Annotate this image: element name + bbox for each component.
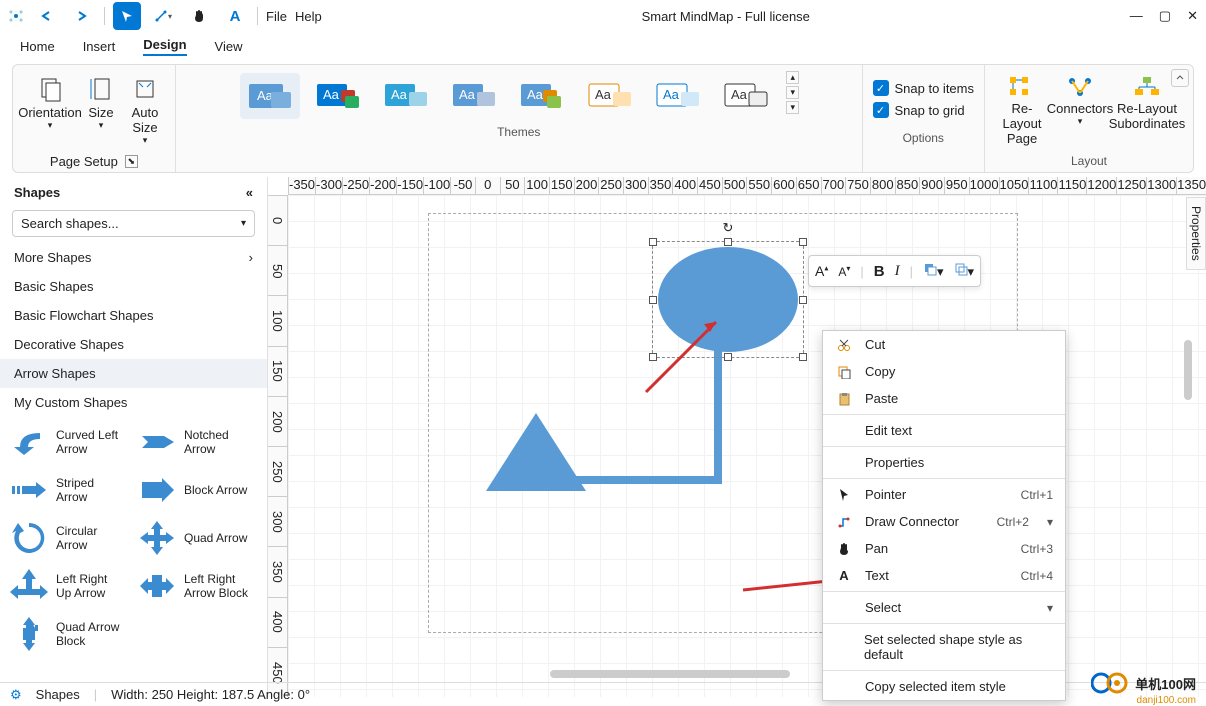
- theme-up[interactable]: ▴: [786, 71, 799, 84]
- orientation-button[interactable]: Orientation▾: [23, 71, 77, 135]
- undo-button[interactable]: [32, 2, 60, 30]
- ctx-properties[interactable]: Properties: [823, 449, 1065, 476]
- status-gear-icon[interactable]: ⚙: [10, 687, 22, 703]
- shapes-title: Shapes: [14, 185, 60, 200]
- window-title: Smart MindMap - Full license: [322, 9, 1130, 24]
- connectors-button[interactable]: Connectors▾: [1053, 71, 1107, 131]
- maximize-button[interactable]: ▢: [1159, 8, 1171, 24]
- svg-text:Aa: Aa: [391, 87, 408, 102]
- redo-button[interactable]: [68, 2, 96, 30]
- file-menu[interactable]: File: [266, 9, 287, 24]
- relayout-page[interactable]: Re-Layout Page: [995, 71, 1049, 150]
- group-dropdown[interactable]: ▾: [954, 262, 975, 280]
- ribbon-tabs: Home Insert Design View: [0, 32, 1206, 60]
- rotate-handle[interactable]: ↻: [723, 220, 734, 236]
- ctx-edit-text[interactable]: Edit text: [823, 417, 1065, 444]
- tab-design[interactable]: Design: [143, 37, 186, 56]
- svg-text:Aa: Aa: [323, 87, 340, 102]
- watermark: 单机100网: [1091, 670, 1196, 696]
- shape-lru[interactable]: Left Right Up Arrow: [8, 565, 128, 607]
- ruler-horizontal: -350-300-250-200-150-100-500501001502002…: [288, 177, 1206, 195]
- bold-button[interactable]: B: [874, 263, 885, 280]
- tab-view[interactable]: View: [215, 39, 243, 54]
- shape-quad[interactable]: Quad Arrow: [136, 517, 256, 559]
- shape-block[interactable]: Block Arrow: [136, 469, 256, 511]
- cat-decorative[interactable]: Decorative Shapes: [0, 330, 267, 359]
- collapse-shapes[interactable]: «: [246, 185, 253, 200]
- status-info: Width: 250 Height: 187.5 Angle: 0°: [111, 687, 310, 702]
- ctx-set-selected-shape-style-as-default[interactable]: Set selected shape style as default: [823, 626, 1065, 668]
- pan-tool[interactable]: [185, 2, 213, 30]
- selection-handles[interactable]: ↻: [652, 241, 804, 358]
- status-shapes: Shapes: [36, 687, 80, 702]
- ctx-select[interactable]: Select▾: [823, 594, 1065, 621]
- shape-curved-left[interactable]: Curved Left Arrow: [8, 421, 128, 463]
- page-setup-label: Page Setup: [50, 154, 118, 169]
- scrollbar-vertical[interactable]: [1184, 340, 1192, 400]
- text-tool[interactable]: A: [221, 2, 249, 30]
- context-menu: CutCopyPaste Edit text Properties PointerCt…: [822, 330, 1066, 701]
- ctx-copy-selected-item-style[interactable]: Copy selected item style: [823, 673, 1065, 700]
- size-button[interactable]: Size▾: [81, 71, 121, 135]
- themes-gallery[interactable]: Aa Aa Aa Aa Aa Aa Aa Aa ▴▾▾: [238, 71, 799, 121]
- layout-label: Layout: [1071, 152, 1107, 170]
- titlebar: ▾ A File Help Smart MindMap - Full licen…: [0, 0, 1206, 32]
- fill-dropdown[interactable]: ▾: [923, 262, 944, 280]
- ctx-cut[interactable]: Cut: [823, 331, 1065, 358]
- cat-flowchart[interactable]: Basic Flowchart Shapes: [0, 301, 267, 330]
- cat-more-shapes[interactable]: More Shapes›: [0, 243, 267, 272]
- svg-text:Aa: Aa: [459, 87, 476, 102]
- ribbon: Orientation▾ Size▾ Auto Size▾ Page Setup…: [12, 64, 1194, 173]
- cat-basic-shapes[interactable]: Basic Shapes: [0, 272, 267, 301]
- font-shrink[interactable]: A▾: [838, 264, 850, 279]
- svg-text:Aa: Aa: [731, 87, 748, 102]
- shape-lr-block[interactable]: Left Right Arrow Block: [136, 565, 256, 607]
- close-button[interactable]: ✕: [1187, 8, 1198, 24]
- tab-insert[interactable]: Insert: [83, 39, 116, 54]
- shapes-panel: Shapes « Search shapes...▾ More Shapes› B…: [0, 177, 268, 697]
- app-icon: [8, 8, 24, 24]
- ctx-paste[interactable]: Paste: [823, 385, 1065, 412]
- connector-line[interactable]: [548, 350, 728, 485]
- cat-arrow-shapes[interactable]: Arrow Shapes: [0, 359, 267, 388]
- svg-text:Aa: Aa: [595, 87, 612, 102]
- pointer-tool[interactable]: [113, 2, 141, 30]
- minimize-button[interactable]: —: [1130, 8, 1143, 24]
- ctx-copy[interactable]: Copy: [823, 358, 1065, 385]
- auto-size-button[interactable]: Auto Size▾: [125, 71, 165, 150]
- font-grow[interactable]: A▴: [815, 263, 828, 279]
- help-menu[interactable]: Help: [295, 9, 322, 24]
- ctx-text[interactable]: ATextCtrl+4: [823, 562, 1065, 589]
- theme-down[interactable]: ▾: [786, 86, 799, 99]
- shape-striped[interactable]: Striped Arrow: [8, 469, 128, 511]
- ctx-pan[interactable]: PanCtrl+3: [823, 535, 1065, 562]
- search-shapes[interactable]: Search shapes...▾: [12, 210, 255, 237]
- watermark-sub: danji100.com: [1137, 695, 1196, 706]
- shape-notched[interactable]: Notched Arrow: [136, 421, 256, 463]
- scrollbar-horizontal[interactable]: [550, 670, 790, 678]
- cat-custom[interactable]: My Custom Shapes: [0, 388, 267, 417]
- snap-to-grid[interactable]: ✓Snap to grid: [873, 102, 975, 118]
- page-setup-dialog[interactable]: ⬊: [125, 155, 139, 168]
- ruler-vertical: 050100150200250300350400450: [268, 195, 288, 697]
- theme-more[interactable]: ▾: [786, 101, 799, 114]
- snap-to-items[interactable]: ✓Snap to items: [873, 80, 975, 96]
- shape-circular[interactable]: Circular Arrow: [8, 517, 128, 559]
- properties-tab[interactable]: Properties: [1186, 197, 1206, 270]
- shape-quad-block[interactable]: Quad Arrow Block: [8, 613, 128, 655]
- format-toolbar: A▴ A▾ | B I | ▾ ▾: [808, 255, 981, 287]
- themes-label: Themes: [497, 123, 540, 141]
- connector-tool[interactable]: ▾: [149, 2, 177, 30]
- options-label: Options: [903, 129, 944, 147]
- ctx-draw-connector[interactable]: Draw ConnectorCtrl+2▾: [823, 508, 1065, 535]
- tab-home[interactable]: Home: [20, 39, 55, 54]
- italic-button[interactable]: I: [895, 263, 900, 280]
- svg-text:Aa: Aa: [663, 87, 680, 102]
- svg-text:Aa: Aa: [527, 87, 544, 102]
- ribbon-collapse[interactable]: [1171, 69, 1189, 87]
- ctx-pointer[interactable]: PointerCtrl+1: [823, 481, 1065, 508]
